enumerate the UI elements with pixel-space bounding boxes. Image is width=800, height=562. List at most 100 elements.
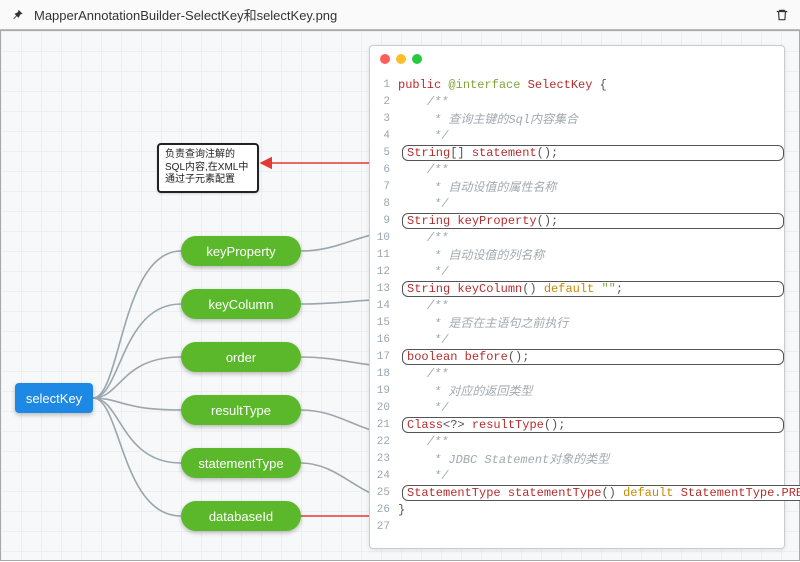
child-node-resulttype[interactable]: resultType <box>181 395 301 425</box>
code-line: 23 * JDBC Statement对象的类型 <box>370 450 784 467</box>
child-label: databaseId <box>209 509 273 524</box>
code-text: /** <box>398 231 784 245</box>
child-node-order[interactable]: order <box>181 342 301 372</box>
code-text: * 自动设值的属性名称 <box>398 178 784 195</box>
line-number: 3 <box>370 113 398 125</box>
child-node-keyproperty[interactable]: keyProperty <box>181 236 301 266</box>
line-number: 11 <box>370 249 398 261</box>
code-text: public @interface SelectKey { <box>398 78 784 92</box>
code-text: } <box>398 503 784 517</box>
code-line: 12 */ <box>370 263 784 280</box>
line-number: 22 <box>370 436 398 448</box>
line-number: 18 <box>370 368 398 380</box>
code-line: 13 String keyColumn() default ""; <box>370 280 784 297</box>
code-panel: 1public @interface SelectKey {2 /**3 * 查… <box>369 45 785 549</box>
code-line: 21 Class<?> resultType(); <box>370 416 784 433</box>
code-line: 4 */ <box>370 127 784 144</box>
line-number: 1 <box>370 79 398 91</box>
code-line: 9String keyProperty(); <box>370 212 784 229</box>
line-number: 4 <box>370 130 398 142</box>
line-number: 5 <box>370 147 398 159</box>
line-number: 14 <box>370 300 398 312</box>
child-label: keyColumn <box>208 297 273 312</box>
code-line: 19 * 对应的返回类型 <box>370 382 784 399</box>
note-statement: 负责查询注解的SQL内容,在XML中通过子元素配置 <box>157 143 259 193</box>
child-label: order <box>226 350 256 365</box>
code-line: 22 /** <box>370 433 784 450</box>
traffic-light-minimize-icon[interactable] <box>396 54 406 64</box>
code-method-box: String keyColumn() default ""; <box>402 281 784 297</box>
code-text: * 查询主键的Sql内容集合 <box>398 110 784 127</box>
pin-icon[interactable] <box>10 7 26 23</box>
code-line: 2 /** <box>370 93 784 110</box>
code-text: * 自动设值的列名称 <box>398 246 784 263</box>
traffic-light-zoom-icon[interactable] <box>412 54 422 64</box>
code-text: /** <box>398 435 784 449</box>
code-method-box: String keyProperty(); <box>402 213 784 229</box>
code-text: */ <box>398 469 784 483</box>
code-text: */ <box>398 333 784 347</box>
code-method-box: StatementType statementType() default St… <box>402 485 800 501</box>
code-method-box: boolean before(); <box>402 349 784 365</box>
code-titlebar <box>370 46 784 72</box>
code-line: 18 /** <box>370 365 784 382</box>
line-number: 15 <box>370 317 398 329</box>
child-node-databaseid[interactable]: databaseId <box>181 501 301 531</box>
code-method-box: String[] statement(); <box>402 145 784 161</box>
trash-icon[interactable] <box>774 7 790 23</box>
code-text: * JDBC Statement对象的类型 <box>398 450 784 467</box>
code-text: * 对应的返回类型 <box>398 382 784 399</box>
line-number: 10 <box>370 232 398 244</box>
line-number: 2 <box>370 96 398 108</box>
root-node-label: selectKey <box>26 391 82 406</box>
code-line: 7 * 自动设值的属性名称 <box>370 178 784 195</box>
code-line: 15 * 是否在主语句之前执行 <box>370 314 784 331</box>
line-number: 20 <box>370 402 398 414</box>
traffic-light-close-icon[interactable] <box>380 54 390 64</box>
code-text: * 是否在主语句之前执行 <box>398 314 784 331</box>
code-text: /** <box>398 163 784 177</box>
code-line: 8 */ <box>370 195 784 212</box>
code-line: 26} <box>370 501 784 518</box>
code-line: 10 /** <box>370 229 784 246</box>
child-label: statementType <box>198 456 283 471</box>
code-line: 25StatementType statementType() default … <box>370 484 784 501</box>
line-number: 27 <box>370 521 398 533</box>
line-number: 13 <box>370 283 398 295</box>
line-number: 6 <box>370 164 398 176</box>
code-line: 5 String[] statement(); <box>370 144 784 161</box>
line-number: 23 <box>370 453 398 465</box>
root-node-selectkey[interactable]: selectKey <box>15 383 93 413</box>
code-line: 16 */ <box>370 331 784 348</box>
code-method-box: Class<?> resultType(); <box>402 417 784 433</box>
line-number: 7 <box>370 181 398 193</box>
code-text: /** <box>398 299 784 313</box>
line-number: 25 <box>370 487 398 499</box>
diagram-canvas: selectKey keyProperty keyColumn order re… <box>0 30 800 561</box>
child-label: resultType <box>211 403 271 418</box>
code-line: 20 */ <box>370 399 784 416</box>
code-text: /** <box>398 95 784 109</box>
line-number: 21 <box>370 419 398 431</box>
code-text: */ <box>398 197 784 211</box>
code-line: 14 /** <box>370 297 784 314</box>
file-title: MapperAnnotationBuilder-SelectKey和select… <box>34 5 774 24</box>
code-line: 27 <box>370 518 784 535</box>
code-line: 11 * 自动设值的列名称 <box>370 246 784 263</box>
line-number: 24 <box>370 470 398 482</box>
code-line: 17 boolean before(); <box>370 348 784 365</box>
code-line: 1public @interface SelectKey { <box>370 76 784 93</box>
child-node-statementtype[interactable]: statementType <box>181 448 301 478</box>
child-node-keycolumn[interactable]: keyColumn <box>181 289 301 319</box>
code-body: 1public @interface SelectKey {2 /**3 * 查… <box>370 72 784 545</box>
line-number: 8 <box>370 198 398 210</box>
titlebar: MapperAnnotationBuilder-SelectKey和select… <box>0 0 800 30</box>
code-line: 6 /** <box>370 161 784 178</box>
code-line: 24 */ <box>370 467 784 484</box>
note-text: 负责查询注解的SQL内容,在XML中通过子元素配置 <box>165 149 248 185</box>
code-text: /** <box>398 367 784 381</box>
line-number: 26 <box>370 504 398 516</box>
line-number: 12 <box>370 266 398 278</box>
code-text: */ <box>398 401 784 415</box>
line-number: 17 <box>370 351 398 363</box>
